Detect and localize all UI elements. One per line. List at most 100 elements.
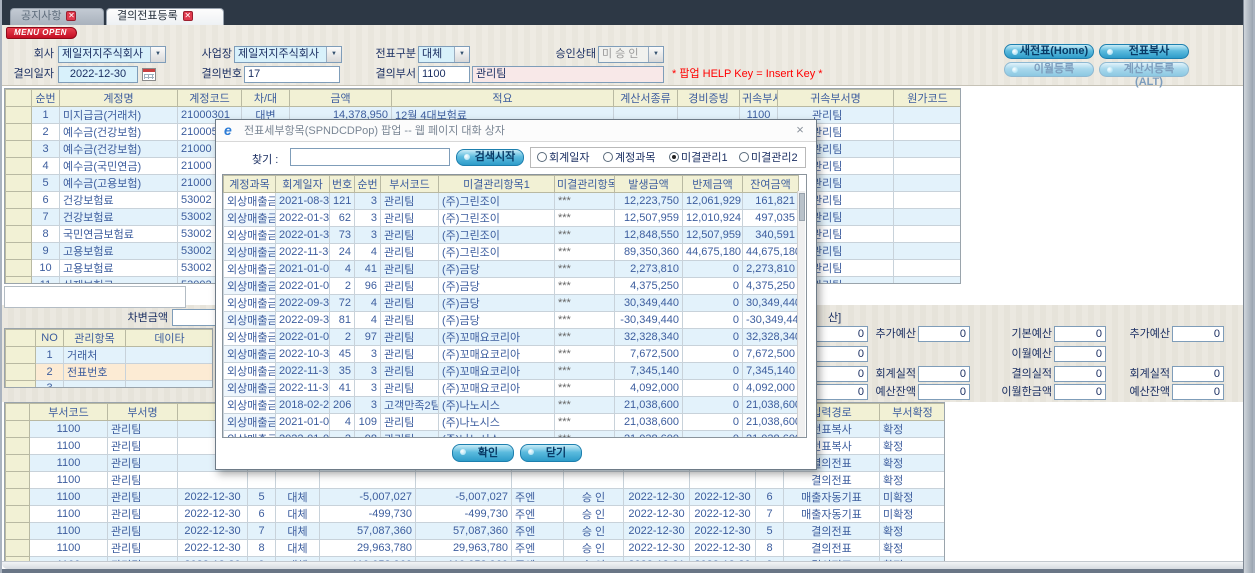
cell[interactable]: 주엔: [511, 488, 564, 506]
budget-field[interactable]: 0: [1172, 384, 1224, 400]
cell[interactable]: 41: [329, 379, 355, 397]
cell[interactable]: 161,821: [742, 192, 799, 210]
cell[interactable]: 1100: [29, 488, 108, 506]
tab-close-icon[interactable]: ✕: [66, 11, 77, 21]
cell[interactable]: 승 인: [563, 488, 624, 506]
cell[interactable]: [5, 157, 32, 175]
cell[interactable]: 2021-01-00: [275, 260, 330, 278]
cell[interactable]: ***: [554, 192, 615, 210]
cell[interactable]: [893, 208, 960, 226]
cell[interactable]: [893, 191, 960, 209]
cell[interactable]: 미지급금(거래처): [59, 106, 178, 124]
cell[interactable]: 건강보험료: [59, 191, 178, 209]
cell[interactable]: 승 인: [563, 522, 624, 540]
cell[interactable]: [893, 140, 960, 158]
radio-icon[interactable]: [669, 152, 679, 162]
cell[interactable]: 3: [354, 209, 381, 227]
invoice-register-button[interactable]: 계산서등록(ALT): [1099, 62, 1189, 88]
cell[interactable]: -5,007,027: [319, 488, 416, 506]
cell[interactable]: 29,963,780: [415, 539, 512, 557]
cell[interactable]: [125, 380, 212, 387]
cell[interactable]: ***: [554, 396, 615, 414]
cell[interactable]: [319, 471, 416, 489]
cell[interactable]: 3: [354, 345, 381, 363]
table-row[interactable]: 외상매출금2022-01-31623관리팀(주)그린조이***12,507,95…: [223, 209, 799, 227]
cell[interactable]: 0: [682, 328, 743, 346]
cell[interactable]: 12,507,959: [682, 226, 743, 244]
cell[interactable]: 관리팀: [107, 454, 178, 472]
cell[interactable]: 4: [354, 243, 381, 261]
cell[interactable]: 0: [682, 277, 743, 295]
cell[interactable]: 외상매출금: [223, 226, 276, 244]
cell[interactable]: 0: [682, 396, 743, 414]
cell[interactable]: 1100: [29, 471, 108, 489]
cell[interactable]: 0: [682, 362, 743, 380]
cell[interactable]: 관리팀: [107, 437, 178, 455]
budget-field[interactable]: 0: [1054, 384, 1106, 400]
cell[interactable]: 8: [755, 539, 784, 557]
table-row[interactable]: 외상매출금2022-01-00297관리팀(주)꼬매요코리아***32,328,…: [223, 328, 799, 346]
window-right-frame[interactable]: [1243, 0, 1253, 573]
find-input[interactable]: [290, 148, 450, 166]
cell[interactable]: (주)그린조이: [438, 192, 555, 210]
cell[interactable]: 0: [682, 260, 743, 278]
cell[interactable]: 외상매출금: [223, 192, 276, 210]
cell[interactable]: ***: [554, 362, 615, 380]
resolution-no-input[interactable]: 17: [244, 66, 340, 83]
budget-field[interactable]: 0: [918, 326, 970, 342]
cell[interactable]: 미확정: [879, 505, 944, 523]
cell[interactable]: ***: [554, 328, 615, 346]
cell[interactable]: ***: [554, 277, 615, 295]
cell[interactable]: 2022-09-30: [275, 311, 330, 329]
cell[interactable]: -30,349,440: [742, 311, 799, 329]
cell[interactable]: -499,730: [319, 505, 416, 523]
cell[interactable]: (주)금당: [438, 294, 555, 312]
cell[interactable]: 확정: [879, 522, 944, 540]
cell[interactable]: ***: [554, 345, 615, 363]
cell[interactable]: 2022-01-31: [275, 209, 330, 227]
cell[interactable]: 관리팀: [380, 311, 439, 329]
cell[interactable]: 산재보험료: [59, 276, 178, 283]
cell[interactable]: 21,038,600: [742, 413, 799, 431]
cell[interactable]: 5: [31, 174, 60, 192]
cell[interactable]: [893, 225, 960, 243]
cell[interactable]: 21,038,600: [614, 396, 683, 414]
table-row[interactable]: 외상매출금 2022-11-30 35 3 관리팀 (주)꼬매요코리아 *** 7,345,1…: [223, 362, 799, 380]
cell[interactable]: 대체: [275, 505, 320, 523]
cell[interactable]: 2022-11-30: [275, 362, 330, 380]
cell[interactable]: 73: [329, 226, 355, 244]
company-select[interactable]: 제일저지주식회사 ▼: [58, 46, 166, 63]
cell[interactable]: [5, 488, 30, 506]
cell[interactable]: 1: [31, 106, 60, 124]
cell[interactable]: [893, 106, 960, 124]
cell[interactable]: 89,350,360: [614, 243, 683, 261]
cell[interactable]: [5, 242, 32, 260]
cell[interactable]: 2022-12-30: [689, 539, 756, 557]
copy-slip-button[interactable]: 전표복사: [1099, 44, 1189, 59]
cell[interactable]: 관리팀: [380, 345, 439, 363]
cell[interactable]: 관리팀: [107, 505, 178, 523]
cell[interactable]: 12,223,750: [614, 192, 683, 210]
cell[interactable]: 4: [31, 157, 60, 175]
cell[interactable]: 97: [354, 328, 381, 346]
cell[interactable]: 0: [682, 379, 743, 397]
cell[interactable]: 2022-12-30: [689, 505, 756, 523]
cell[interactable]: 2022-11-30: [275, 379, 330, 397]
cell[interactable]: 21,038,600: [614, 430, 683, 437]
cell[interactable]: 확정: [879, 471, 944, 489]
tab-close-icon[interactable]: ✕: [182, 11, 193, 21]
resolution-date-input[interactable]: 2022-12-30: [58, 66, 138, 83]
cell[interactable]: 45: [329, 345, 355, 363]
cell[interactable]: 외상매출금: [223, 430, 276, 437]
cell[interactable]: 외상매출금: [223, 396, 276, 414]
cell[interactable]: 7: [755, 505, 784, 523]
cell[interactable]: 0: [682, 413, 743, 431]
cell[interactable]: [63, 380, 126, 387]
scrollbar-thumb[interactable]: [799, 193, 805, 221]
cell[interactable]: 관리팀: [107, 522, 178, 540]
budget-field[interactable]: 0: [1172, 326, 1224, 342]
cell[interactable]: 고용보험료: [59, 259, 178, 277]
cell[interactable]: ***: [554, 260, 615, 278]
cell[interactable]: 9: [31, 242, 60, 260]
cell[interactable]: 3: [354, 192, 381, 210]
